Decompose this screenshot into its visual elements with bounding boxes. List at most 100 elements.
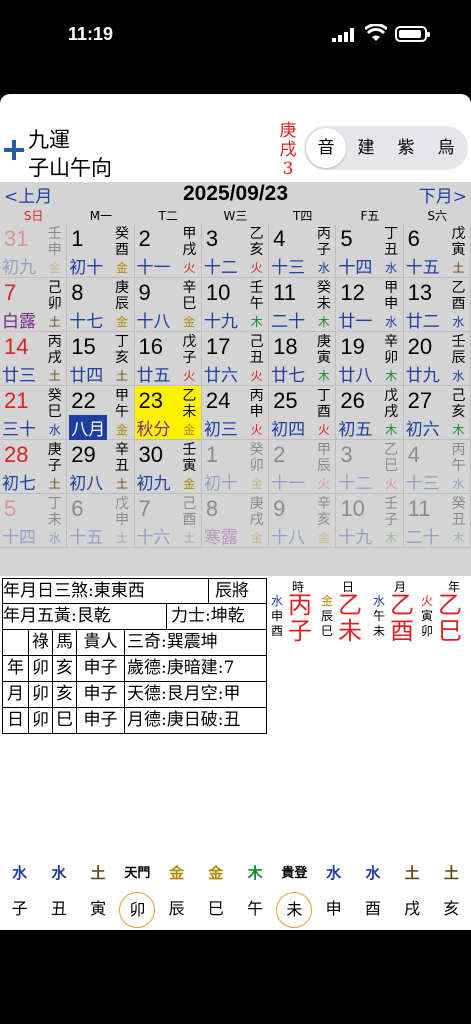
- calendar-day[interactable]: 8 十七 庚辰金: [67, 278, 135, 332]
- calendar-day[interactable]: 4 十三 丙子水: [269, 224, 337, 278]
- calendar-day[interactable]: 26 初五 戊戌木: [336, 386, 404, 440]
- lunar-day: 廿四: [69, 366, 104, 386]
- day-ganzhi: 壬子: [384, 496, 399, 528]
- calendar-day[interactable]: 3 十二 乙巳火: [336, 440, 404, 494]
- calendar-day[interactable]: 16 廿五 戊子火: [134, 332, 202, 386]
- day-ganzhi: 辛亥: [316, 496, 331, 528]
- branch-button[interactable]: 未: [276, 892, 313, 928]
- segment-wu[interactable]: 烏: [426, 128, 466, 168]
- day-number: 14: [4, 334, 29, 359]
- day-ganzhi: 癸丑: [451, 496, 466, 528]
- calendar-day[interactable]: 31 初九 壬申金: [0, 224, 68, 278]
- period-label: 九運: [28, 128, 70, 152]
- day-ganzhi: 壬申: [47, 226, 62, 258]
- calendar-day[interactable]: 4 十三 丙午水: [403, 440, 471, 494]
- lunar-day: 十八: [271, 528, 306, 548]
- branch-button[interactable]: 卯: [119, 892, 156, 928]
- branch-button[interactable]: 亥: [433, 892, 469, 928]
- calendar-day[interactable]: 5 十四 丁未水: [0, 494, 68, 548]
- calendar-day[interactable]: 9 十八 辛巳金: [134, 278, 202, 332]
- branch-button[interactable]: 寅: [80, 892, 116, 928]
- calendar-day[interactable]: 5 十四 丁丑水: [336, 224, 404, 278]
- day-element: 木: [385, 369, 398, 383]
- calendar-day[interactable]: 10 十九 壬子木: [336, 494, 404, 548]
- table-row: 日 卯 巳 申子 月德:庚日破:丑: [2, 708, 267, 734]
- table-cell: 年: [3, 656, 29, 681]
- calendar-day[interactable]: 17 廿六 己丑火: [201, 332, 270, 386]
- calendar-day[interactable]: 30 初九 壬寅金: [134, 440, 202, 494]
- day-element: 火: [385, 477, 398, 491]
- calendar-day[interactable]: 18 廿七 庚寅木: [269, 332, 337, 386]
- calendar-header: 2025/09/23 <上月 下月>: [0, 182, 471, 207]
- lunar-day: 十四: [338, 258, 373, 278]
- segment-zi[interactable]: 紫: [386, 128, 426, 168]
- calendar-day[interactable]: 10 十九 壬午木: [201, 278, 270, 332]
- branch-button[interactable]: 戌: [394, 892, 430, 928]
- calendar-day[interactable]: 11 二十 癸丑木: [403, 494, 471, 548]
- table-cell: 卯: [29, 708, 53, 733]
- lunar-day: 十二: [338, 474, 373, 494]
- calendar-day[interactable]: 11 二十 癸未木: [269, 278, 337, 332]
- day-element: 水: [48, 423, 61, 437]
- branch-button[interactable]: 午: [237, 892, 273, 928]
- calendar-day[interactable]: 21 三十 癸巳水: [0, 386, 68, 440]
- calendar-day[interactable]: 2 十一 甲辰火: [269, 440, 337, 494]
- calendar-day-today[interactable]: 23 秋分 乙未金: [134, 386, 202, 440]
- branch-button[interactable]: 丑: [41, 892, 77, 928]
- calendar-day[interactable]: 12 廿一 甲申水: [336, 278, 404, 332]
- calendar-day[interactable]: 1 初十 癸卯金: [201, 440, 270, 494]
- calendar-day[interactable]: 6 十五 戊申土: [67, 494, 135, 548]
- calendar-day[interactable]: 13 廿二 乙酉水: [403, 278, 471, 332]
- day-element: 土: [183, 531, 196, 545]
- calendar-day[interactable]: 9 十八 辛亥金: [269, 494, 337, 548]
- calendar-day[interactable]: 20 廿九 壬辰水: [403, 332, 471, 386]
- day-element: 土: [48, 477, 61, 491]
- calendar-day[interactable]: 2 十一 甲戌火: [134, 224, 202, 278]
- pillar-branch: 子: [288, 617, 312, 645]
- calendar-day[interactable]: 1 初十 癸酉金: [67, 224, 135, 278]
- calendar-date-title[interactable]: 2025/09/23: [0, 182, 471, 206]
- branch-button[interactable]: 酉: [355, 892, 391, 928]
- table-cell: 馬: [53, 630, 77, 655]
- calendar-day[interactable]: 19 廿八 辛卯木: [336, 332, 404, 386]
- calendar-day[interactable]: 3 十二 乙亥火: [201, 224, 270, 278]
- day-element: 土: [48, 315, 61, 329]
- branch-element: 土: [443, 864, 459, 882]
- calendar-day[interactable]: 15 廿四 丁亥土: [67, 332, 135, 386]
- status-bar: 11:19: [0, 0, 471, 94]
- day-ganzhi: 癸巳: [47, 388, 62, 420]
- calendar-day[interactable]: 28 初七 庚子土: [0, 440, 68, 494]
- calendar-day[interactable]: 7 十六 己酉土: [134, 494, 202, 548]
- branch-button[interactable]: 子: [2, 892, 38, 928]
- info-panel: 年月日三煞:東東西 辰將 年月五黃:艮乾 力士:坤乾 祿 馬 貴人 三奇:巽震坤…: [0, 576, 471, 734]
- day-ganzhi: 丁亥: [115, 334, 130, 366]
- branch-button[interactable]: 申: [316, 892, 352, 928]
- day-element: 金: [250, 477, 263, 491]
- calendar-day[interactable]: 7 白露 己卯土: [0, 278, 68, 332]
- prev-month-button[interactable]: <上月: [4, 182, 52, 207]
- table-row: 月 卯 亥 申子 天德:艮月空:甲: [2, 682, 267, 708]
- table-cell: 亥: [53, 682, 77, 707]
- day-element: 金: [317, 531, 330, 545]
- branch-button[interactable]: 辰: [159, 892, 195, 928]
- calendar-day[interactable]: 8 寒露 庚戌金: [201, 494, 270, 548]
- branch-button[interactable]: 巳: [198, 892, 234, 928]
- calendar-day[interactable]: 25 初四 丁酉火: [269, 386, 337, 440]
- calendar-day[interactable]: 29 初八 辛丑土: [67, 440, 135, 494]
- calendar-day[interactable]: 27 初六 己亥木: [403, 386, 471, 440]
- segment-jian[interactable]: 建: [346, 128, 386, 168]
- day-ganzhi: 戊申: [115, 496, 130, 528]
- day-ganzhi: 壬寅: [182, 442, 197, 474]
- pillar-stem: 乙: [390, 591, 414, 619]
- segment-yin[interactable]: 音: [306, 128, 346, 168]
- calendar-day[interactable]: 22 八月 甲午金: [67, 386, 135, 440]
- calendar-day[interactable]: 14 廿三 丙戌土: [0, 332, 68, 386]
- calendar-day[interactable]: 6 十五 戊寅土: [403, 224, 471, 278]
- add-icon[interactable]: [4, 140, 24, 160]
- next-month-button[interactable]: 下月>: [419, 182, 467, 207]
- weekday-wed: W三: [223, 209, 248, 223]
- calendar-day[interactable]: 24 初三 丙申火: [201, 386, 270, 440]
- pillar-branch: 巳: [438, 617, 462, 645]
- table-cell: 歲德:庚暗建:7: [127, 658, 235, 678]
- day-number: 24: [205, 388, 231, 413]
